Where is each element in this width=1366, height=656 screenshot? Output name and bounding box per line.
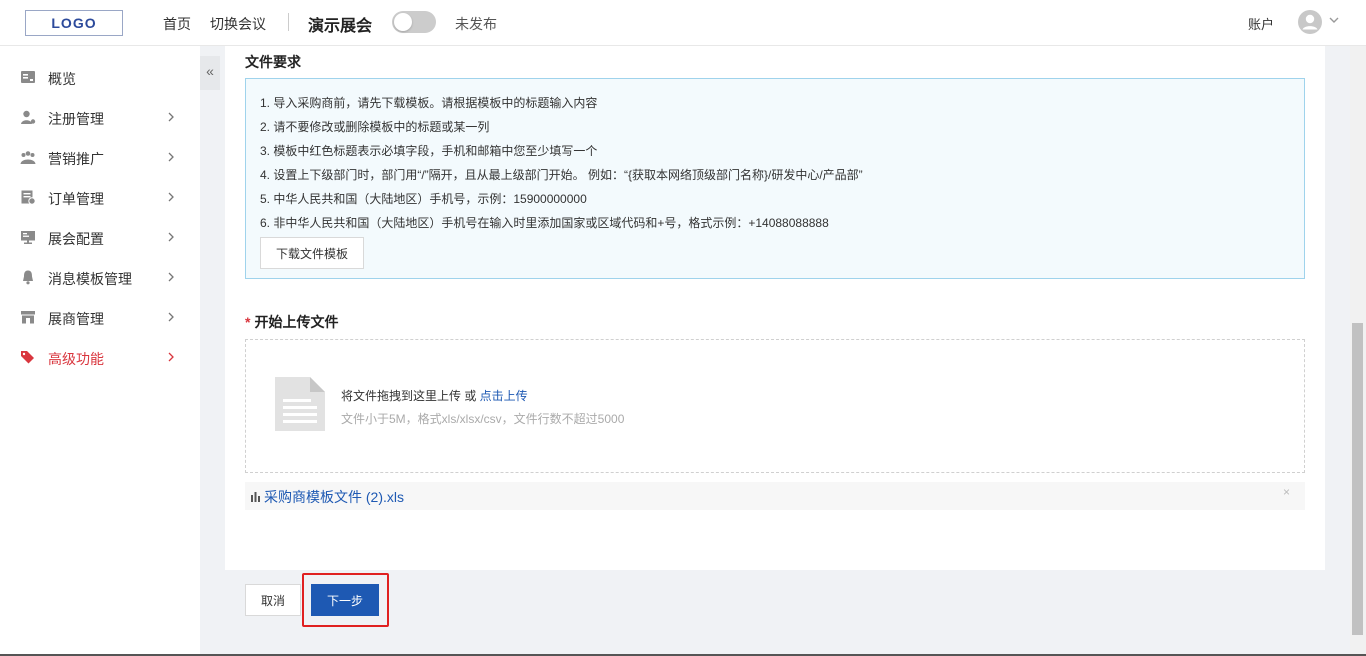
- document-icon: [275, 377, 325, 431]
- sidebar-item-orders[interactable]: 订单管理: [0, 177, 200, 217]
- footer-action-bar: 取消 下一步: [225, 570, 1325, 630]
- monitor-icon: [21, 231, 35, 244]
- requirement-line: 2. 请不要修改或删除模板中的标题或某一列: [260, 120, 490, 134]
- cancel-button[interactable]: 取消: [245, 584, 301, 616]
- requirement-line: 5. 中华人民共和国（大陆地区）手机号，示例：15900000000: [260, 192, 587, 206]
- sidebar-item-label: 注册管理: [48, 111, 104, 127]
- requirement-line: 1. 导入采购商前，请先下载模板。请根据模板中的标题输入内容: [260, 96, 598, 110]
- chevron-down-icon[interactable]: [1328, 14, 1340, 26]
- sidebar-item-marketing[interactable]: 营销推广: [0, 137, 200, 177]
- requirement-line: 6. 非中华人民共和国（大陆地区）手机号在输入时里添加国家或区域代码和+号，格式…: [260, 216, 829, 230]
- requirement-line: 3. 模板中红色标题表示必填字段，手机和邮箱中您至少填写一个: [260, 144, 598, 158]
- spreadsheet-icon: [251, 492, 260, 502]
- sidebar: 概览 注册管理 营销推广 订单管理 展会配置 消息模板管理 展商管理 高级功能: [0, 46, 200, 656]
- upload-title-text: 开始上传文件: [254, 314, 339, 330]
- chevron-right-icon: [168, 192, 174, 202]
- nav-home-link[interactable]: 首页: [163, 14, 191, 34]
- click-upload-link[interactable]: 点击上传: [480, 389, 528, 403]
- next-step-button[interactable]: 下一步: [311, 584, 379, 616]
- marketing-icon: [20, 151, 36, 164]
- chevron-right-icon: [168, 152, 174, 162]
- avatar-icon[interactable]: [1298, 10, 1322, 34]
- sidebar-item-exhibitors[interactable]: 展商管理: [0, 297, 200, 337]
- upload-hint: 文件小于5M，格式xls/xlsx/csv，文件行数不超过5000: [341, 412, 625, 426]
- top-header: LOGO 首页 切换会议 演示展会 未发布 账户: [0, 0, 1366, 46]
- chevron-right-icon: [168, 112, 174, 122]
- sidebar-item-label: 高级功能: [48, 351, 104, 367]
- logo[interactable]: LOGO: [25, 10, 123, 36]
- sidebar-item-message-templates[interactable]: 消息模板管理: [0, 257, 200, 297]
- order-icon: [21, 190, 36, 205]
- nav-switch-meeting-link[interactable]: 切换会议: [210, 14, 266, 34]
- drop-text: 将文件拖拽到这里上传 或: [341, 389, 480, 403]
- chevron-right-icon: [168, 352, 174, 362]
- overview-icon: [21, 71, 35, 83]
- requirements-box: 1. 导入采购商前，请先下载模板。请根据模板中的标题输入内容 2. 请不要修改或…: [245, 78, 1305, 279]
- sidebar-item-label: 订单管理: [48, 191, 104, 207]
- requirement-line: 4. 设置上下级部门时，部门用“/”隔开，且从最上级部门开始。 例如：“{获取本…: [260, 168, 863, 182]
- sidebar-item-label: 营销推广: [48, 151, 104, 167]
- remove-file-icon[interactable]: ×: [1283, 485, 1290, 499]
- sidebar-item-advanced[interactable]: 高级功能: [0, 337, 200, 377]
- sidebar-item-label: 展商管理: [48, 311, 104, 327]
- sidebar-item-overview[interactable]: 概览: [0, 57, 200, 97]
- sidebar-item-label: 消息模板管理: [48, 271, 132, 287]
- toggle-knob: [394, 13, 412, 31]
- tags-icon: [21, 351, 34, 364]
- sidebar-item-registration[interactable]: 注册管理: [0, 97, 200, 137]
- account-label[interactable]: 账户: [1248, 14, 1274, 33]
- uploaded-file-name[interactable]: 采购商模板文件 (2).xls: [264, 487, 404, 507]
- download-template-button[interactable]: 下载文件模板: [260, 237, 364, 269]
- chevron-right-icon: [168, 272, 174, 282]
- required-mark: *: [245, 314, 251, 330]
- upload-dropzone[interactable]: 将文件拖拽到这里上传 或 点击上传 文件小于5M，格式xls/xlsx/csv，…: [245, 339, 1305, 473]
- event-title: 演示展会: [308, 18, 373, 35]
- chevron-right-icon: [168, 312, 174, 322]
- sidebar-item-label: 展会配置: [48, 231, 104, 247]
- store-icon: [21, 311, 35, 324]
- main-panel: 文件要求 1. 导入采购商前，请先下载模板。请根据模板中的标题输入内容 2. 请…: [225, 46, 1325, 570]
- chevron-right-icon: [168, 232, 174, 242]
- sidebar-item-exhibition-config[interactable]: 展会配置: [0, 217, 200, 257]
- sidebar-item-label: 概览: [48, 71, 76, 87]
- publish-status: 未发布: [455, 16, 497, 32]
- uploaded-file-item: 采购商模板文件 (2).xls ×: [245, 482, 1305, 510]
- sidebar-collapse-button[interactable]: «: [200, 56, 220, 90]
- bell-icon: [23, 270, 33, 285]
- publish-toggle[interactable]: [392, 11, 436, 33]
- user-manage-icon: [21, 110, 36, 124]
- drop-instruction: 将文件拖拽到这里上传 或 点击上传: [341, 387, 528, 404]
- requirements-title: 文件要求: [245, 54, 301, 70]
- nav-divider: [288, 13, 289, 31]
- scrollbar-thumb[interactable]: [1352, 323, 1363, 635]
- upload-title: * 开始上传文件: [245, 312, 338, 332]
